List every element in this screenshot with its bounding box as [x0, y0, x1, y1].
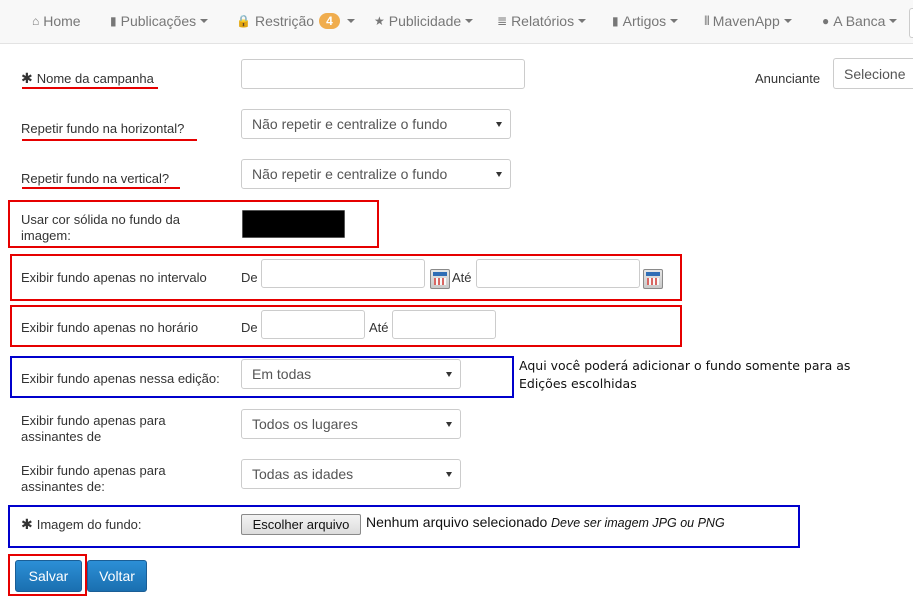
nav-a-banca[interactable]: ● A Banca [822, 0, 898, 41]
time-interval-label: Exibir fundo apenas no horário [21, 320, 199, 335]
notification-badge: 4 [319, 12, 340, 29]
nav-label: Restrição [254, 12, 315, 29]
subscribers-age-selected: Todas as idades [252, 466, 354, 482]
file-status-text: Nenhum arquivo selecionado [366, 514, 548, 530]
lock-icon: 🔒 [236, 13, 251, 28]
back-button[interactable]: Voltar [87, 560, 147, 592]
edition-selected: Em todas [252, 366, 312, 382]
date-from-label: De [241, 270, 258, 285]
star-icon: ★ [374, 13, 385, 28]
repeat-horizontal-select[interactable]: Não repetir e centralize o fundo [241, 109, 511, 139]
subscribers-location-select[interactable]: Todos os lugares [241, 409, 461, 439]
home-icon: ⌂ [32, 13, 40, 28]
background-image-label-text: Imagem do fundo: [36, 517, 142, 532]
nav-artigos[interactable]: ▮ Artigos [612, 0, 679, 41]
nav-label: Publicações [120, 12, 197, 29]
annotation-underline [22, 139, 197, 141]
chevron-down-icon [200, 18, 209, 23]
save-button[interactable]: Salvar [15, 560, 82, 592]
nav-label: Relatórios [511, 12, 575, 29]
background-image-label: ✱ Imagem do fundo: [21, 516, 142, 533]
date-from-input[interactable] [261, 259, 425, 288]
annotation-underline [22, 87, 158, 89]
choose-file-button[interactable]: Escolher arquivo [241, 514, 361, 535]
edition-select[interactable]: Em todas [241, 359, 461, 389]
time-to-input[interactable] [392, 310, 496, 339]
chevron-down-icon [446, 372, 452, 377]
nav-label: Publicidade [388, 12, 462, 29]
time-to-label: Até [369, 320, 389, 335]
advertiser-selected: Selecione [844, 65, 906, 82]
nav-relatorios[interactable]: ≣ Relatórios [497, 0, 587, 41]
nav-mavenapp[interactable]: ||| MavenApp [704, 0, 792, 41]
repeat-vertical-selected: Não repetir e centralize o fundo [252, 166, 448, 182]
nav-publicacoes[interactable]: ▮ Publicações [110, 0, 209, 41]
nav-label: Home [43, 12, 81, 29]
chevron-down-icon [446, 422, 452, 427]
file-icon: ▮ [110, 13, 117, 28]
solid-color-swatch[interactable] [242, 210, 345, 238]
annotation-underline [22, 187, 180, 189]
date-to-input[interactable] [476, 259, 640, 288]
time-from-label: De [241, 320, 258, 335]
nav-home[interactable]: ⌂ Home [32, 0, 81, 41]
nav-restricao[interactable]: 🔒 Restrição 4 [236, 0, 355, 41]
chevron-down-icon [889, 18, 898, 23]
repeat-vertical-label: Repetir fundo na vertical? [21, 171, 170, 186]
repeat-vertical-select[interactable]: Não repetir e centralize o fundo [241, 159, 511, 189]
campaign-name-label: ✱ Nome da campanha [21, 70, 154, 87]
chevron-down-icon [496, 172, 502, 177]
globe-icon: ● [822, 13, 830, 28]
solid-color-label: Usar cor sólida no fundo da imagem: [21, 212, 180, 243]
nav-search-edge [909, 8, 913, 38]
advertiser-select[interactable]: Selecione [833, 58, 913, 89]
nav-label: A Banca [833, 12, 886, 29]
time-from-input[interactable] [261, 310, 365, 339]
top-navbar: ⌂ Home ▮ Publicações 🔒 Restrição 4 ★ Pub… [0, 0, 913, 44]
repeat-horizontal-label: Repetir fundo na horizontal? [21, 121, 185, 136]
nav-publicidade[interactable]: ★ Publicidade [374, 0, 474, 41]
advertiser-label: Anunciante [755, 71, 821, 86]
chevron-down-icon [578, 18, 587, 23]
chevron-down-icon [465, 18, 474, 23]
chevron-down-icon [346, 18, 355, 23]
chevron-down-icon [446, 472, 452, 477]
edition-label: Exibir fundo apenas nessa edição: [21, 371, 220, 386]
bookmark-icon: ▮ [612, 13, 619, 28]
required-icon: ✱ [21, 70, 33, 86]
date-interval-label: Exibir fundo apenas no intervalo [21, 270, 207, 285]
subscribers-age-select[interactable]: Todas as idades [241, 459, 461, 489]
required-icon: ✱ [21, 516, 33, 532]
campaign-name-input[interactable] [241, 59, 525, 89]
date-to-label: Até [452, 270, 472, 285]
edition-annotation-note: Aqui você poderá adicionar o fundo somen… [519, 358, 851, 391]
barcode-icon: ||| [704, 15, 710, 26]
campaign-name-label-text: Nome da campanha [36, 71, 154, 86]
chevron-down-icon [670, 18, 679, 23]
list-icon: ≣ [497, 13, 508, 28]
nav-label: MavenApp [712, 12, 780, 29]
chevron-down-icon [496, 122, 502, 127]
calendar-icon[interactable] [430, 269, 450, 289]
calendar-icon[interactable] [643, 269, 663, 289]
chevron-down-icon [783, 18, 792, 23]
subscribers-location-label: Exibir fundo apenas para assinantes de [21, 413, 166, 444]
repeat-horizontal-selected: Não repetir e centralize o fundo [252, 116, 448, 132]
subscribers-age-label: Exibir fundo apenas para assinantes de: [21, 463, 166, 494]
nav-label: Artigos [622, 12, 667, 29]
subscribers-location-selected: Todos os lugares [252, 416, 358, 432]
file-format-hint: Deve ser imagem JPG ou PNG [551, 516, 725, 530]
